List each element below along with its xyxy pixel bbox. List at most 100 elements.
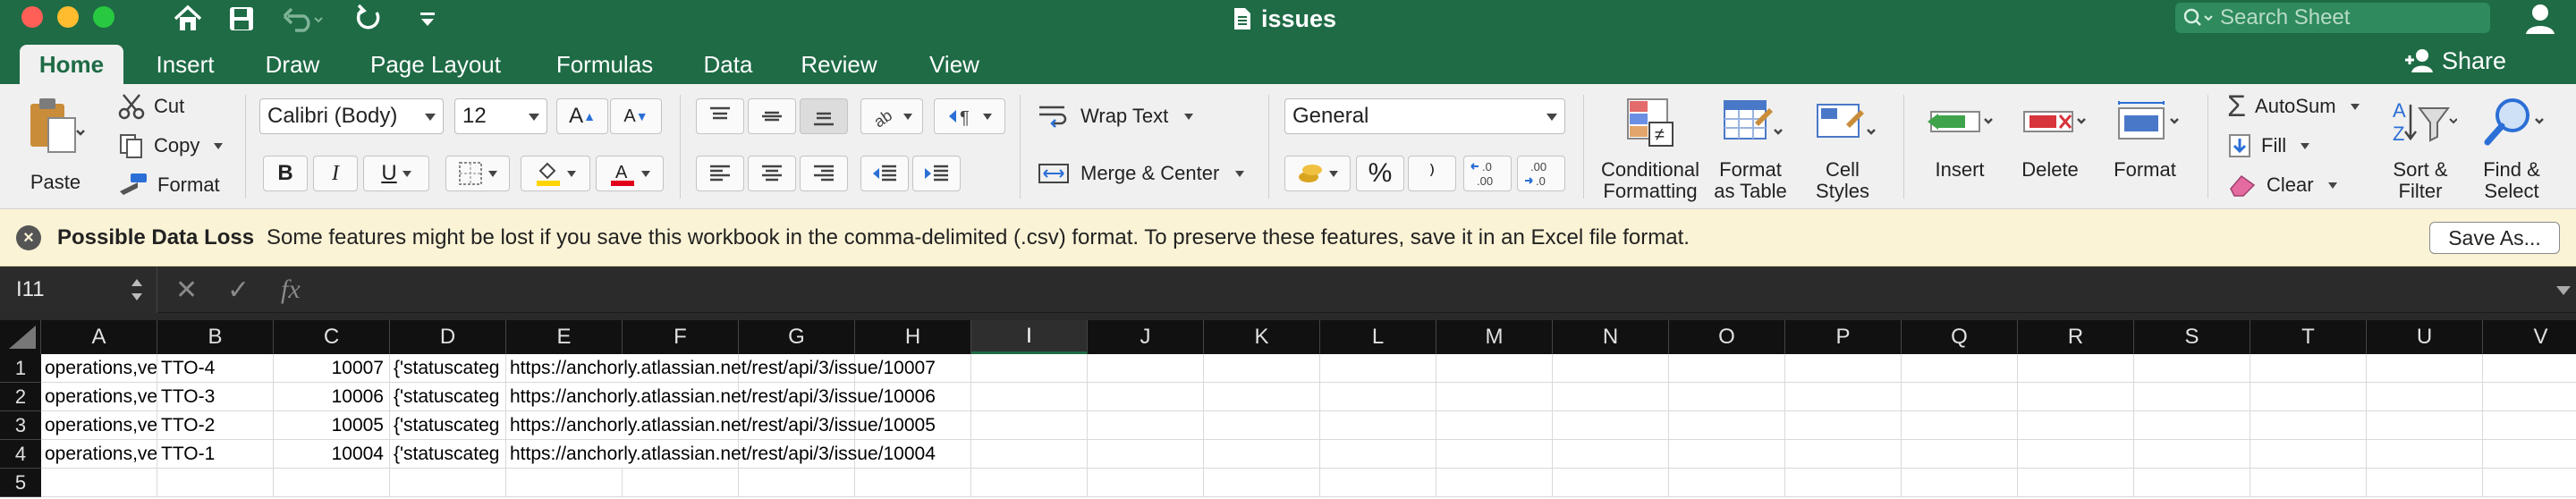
row-header-3[interactable]: 3 (0, 411, 41, 440)
align-middle-button[interactable] (748, 98, 796, 134)
cell-a5[interactable] (41, 469, 157, 497)
cell-c3[interactable]: 10005 (274, 411, 390, 440)
cell-n5[interactable] (1553, 469, 1669, 497)
comma-style-button[interactable]: ⁾ (1408, 156, 1456, 191)
format-cells-button[interactable] (2106, 95, 2190, 150)
decrease-decimal-button[interactable]: .00.0 (1517, 156, 1565, 191)
cell-j5[interactable] (1088, 469, 1204, 497)
cell-t3[interactable] (2250, 411, 2367, 440)
save-icon[interactable] (224, 0, 259, 38)
insert-function-icon[interactable]: fx (281, 266, 301, 313)
cell-s4[interactable] (2134, 440, 2250, 469)
tab-draw[interactable]: Draw (252, 45, 333, 84)
cell-q4[interactable] (1902, 440, 2018, 469)
column-header-b[interactable]: B (157, 320, 274, 354)
decrease-indent-button[interactable] (860, 156, 909, 191)
column-header-p[interactable]: P (1785, 320, 1902, 354)
cell-v1[interactable] (2483, 354, 2576, 383)
cell-s2[interactable] (2134, 383, 2250, 411)
cell-d4[interactable]: {'statuscateg (390, 440, 506, 469)
cell-j2[interactable] (1088, 383, 1204, 411)
percent-style-button[interactable]: % (1356, 156, 1404, 191)
row-header-4[interactable]: 4 (0, 440, 41, 469)
cell-m5[interactable] (1436, 469, 1553, 497)
cell-c4[interactable]: 10004 (274, 440, 390, 469)
cell-p5[interactable] (1785, 469, 1902, 497)
cell-t2[interactable] (2250, 383, 2367, 411)
cell-i1[interactable] (971, 354, 1088, 383)
column-header-v[interactable]: V (2483, 320, 2576, 354)
cell-m4[interactable] (1436, 440, 1553, 469)
cell-n1[interactable] (1553, 354, 1669, 383)
decrease-font-size-button[interactable]: A ▼ (610, 98, 662, 134)
cell-e3[interactable]: https://anchorly.atlassian.net/rest/api/… (506, 411, 936, 440)
cell-d2[interactable]: {'statuscateg (390, 383, 506, 411)
cell-i5[interactable] (971, 469, 1088, 497)
cell-q5[interactable] (1902, 469, 2018, 497)
font-name-select[interactable]: Calibri (Body) (259, 98, 444, 134)
cell-m2[interactable] (1436, 383, 1553, 411)
cell-o5[interactable] (1669, 469, 1785, 497)
cell-t1[interactable] (2250, 354, 2367, 383)
cell-l2[interactable] (1320, 383, 1436, 411)
fill-button[interactable]: Fill (2227, 131, 2310, 161)
cell-n3[interactable] (1553, 411, 1669, 440)
delete-cells-button[interactable] (2014, 95, 2095, 150)
column-header-o[interactable]: O (1669, 320, 1785, 354)
cell-q3[interactable] (1902, 411, 2018, 440)
share-button[interactable]: Share (2404, 45, 2506, 77)
formula-input[interactable] (324, 272, 2551, 308)
text-direction-button[interactable]: ¶ (934, 98, 1005, 134)
column-header-i[interactable]: I (971, 320, 1088, 354)
tab-data[interactable]: Data (692, 45, 764, 84)
cell-v2[interactable] (2483, 383, 2576, 411)
autosum-button[interactable]: Σ AutoSum (2227, 89, 2360, 123)
accounting-format-button[interactable] (1284, 156, 1351, 191)
column-header-j[interactable]: J (1088, 320, 1204, 354)
spreadsheet-grid[interactable]: A B C D E F G H I J K L M N O P Q R S T U V 1 operations,ve TTO-… (0, 320, 2576, 499)
cell-v5[interactable] (2483, 469, 2576, 497)
column-header-r[interactable]: R (2018, 320, 2134, 354)
close-window-button[interactable] (21, 6, 43, 28)
format-painter-button[interactable]: Format (118, 170, 220, 200)
confirm-entry-icon[interactable]: ✓ (227, 266, 250, 313)
column-header-e[interactable]: E (506, 320, 623, 354)
row-header-2[interactable]: 2 (0, 383, 41, 411)
increase-decimal-button[interactable]: .0.00 (1463, 156, 1512, 191)
cell-u5[interactable] (2367, 469, 2483, 497)
cut-button[interactable]: Cut (118, 91, 184, 122)
cell-u3[interactable] (2367, 411, 2483, 440)
cell-d3[interactable]: {'statuscateg (390, 411, 506, 440)
increase-font-size-button[interactable]: A ▲ (556, 98, 608, 134)
tab-home[interactable]: Home (20, 45, 123, 84)
cell-a3[interactable]: operations,ve (41, 411, 157, 440)
sort-filter-button[interactable]: AZ (2383, 95, 2463, 150)
font-size-select[interactable]: 12 (454, 98, 547, 134)
cell-a1[interactable]: operations,ve (41, 354, 157, 383)
align-center-button[interactable] (748, 156, 796, 191)
cell-v3[interactable] (2483, 411, 2576, 440)
conditional-formatting-button[interactable]: ≠ (1606, 95, 1692, 150)
cell-e4[interactable]: https://anchorly.atlassian.net/rest/api/… (506, 440, 936, 469)
cell-r4[interactable] (2018, 440, 2134, 469)
cell-f5[interactable] (623, 469, 739, 497)
search-sheet-box[interactable] (2175, 3, 2490, 33)
paste-button[interactable] (13, 93, 98, 161)
search-sheet-input[interactable] (2220, 5, 2479, 30)
align-bottom-button[interactable] (800, 98, 848, 134)
cell-n4[interactable] (1553, 440, 1669, 469)
cell-h5[interactable] (855, 469, 971, 497)
undo-icon[interactable] (281, 0, 326, 38)
cell-b3[interactable]: TTO-2 (157, 411, 274, 440)
cell-o1[interactable] (1669, 354, 1785, 383)
underline-button[interactable]: U (363, 156, 429, 191)
number-format-select[interactable]: General (1284, 98, 1565, 134)
orientation-button[interactable]: ab (860, 98, 923, 134)
cell-q2[interactable] (1902, 383, 2018, 411)
align-top-button[interactable] (696, 98, 744, 134)
cell-b2[interactable]: TTO-3 (157, 383, 274, 411)
column-header-a[interactable]: A (41, 320, 157, 354)
cell-s3[interactable] (2134, 411, 2250, 440)
column-header-m[interactable]: M (1436, 320, 1553, 354)
cell-k4[interactable] (1204, 440, 1320, 469)
